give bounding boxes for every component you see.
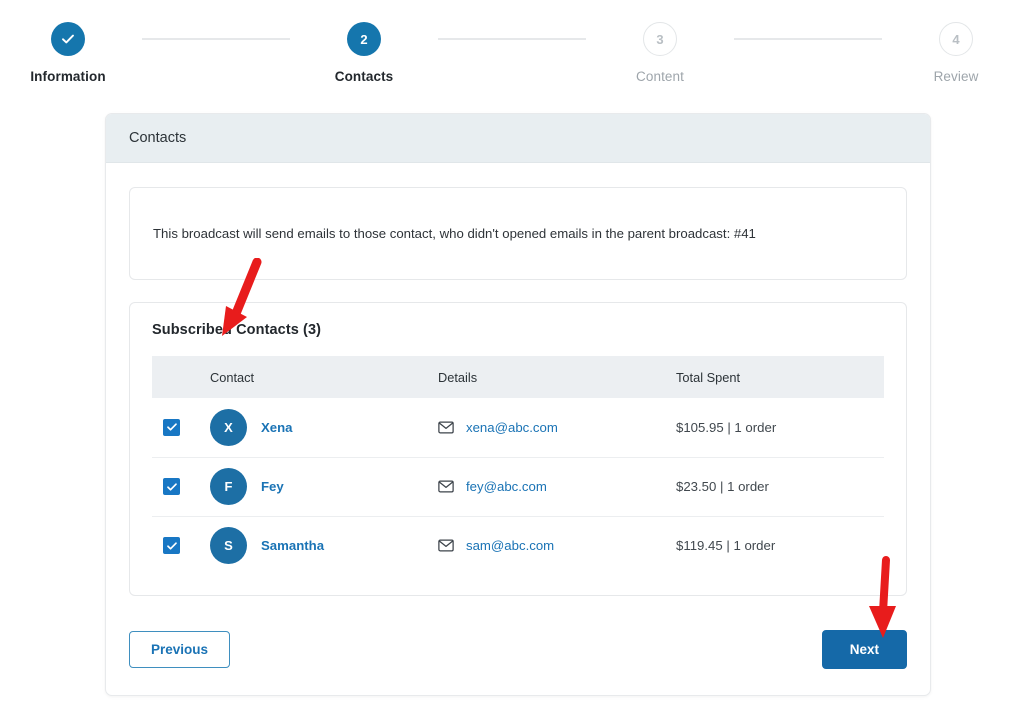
step-3-label: Content xyxy=(636,69,684,84)
step-contacts[interactable]: 2 Contacts xyxy=(290,22,438,84)
avatar: F xyxy=(210,468,247,505)
row-2-checkbox[interactable] xyxy=(163,478,180,495)
contacts-card: Contacts This broadcast will send emails… xyxy=(105,113,931,696)
column-header-contact: Contact xyxy=(210,356,438,398)
row-1-details-cell: xena@abc.com xyxy=(438,398,676,457)
contact-name-link[interactable]: Xena xyxy=(261,420,293,435)
row-3-select-cell xyxy=(152,516,210,575)
broadcast-notice-text: This broadcast will send emails to those… xyxy=(153,225,756,241)
table-row: S Samantha sam@abc.com $119.45 | 1 order xyxy=(152,516,884,575)
contacts-table-body: X Xena xena@abc.com $105.95 | 1 order F … xyxy=(152,398,884,575)
column-header-total-spent: Total Spent xyxy=(676,356,884,398)
wizard-stepper: Information 2 Contacts 3 Content 4 Revie… xyxy=(0,22,1024,84)
row-3-details-cell: sam@abc.com xyxy=(438,516,676,575)
previous-button[interactable]: Previous xyxy=(129,631,231,668)
row-3-total-spent: $119.45 | 1 order xyxy=(676,538,776,554)
page-root: Information 2 Contacts 3 Content 4 Revie… xyxy=(0,0,1024,723)
row-2-total-spent: $23.50 | 1 order xyxy=(676,479,769,494)
contacts-table-head: Contact Details Total Spent xyxy=(152,356,884,398)
step-4-circle[interactable]: 4 xyxy=(939,22,973,56)
email-link[interactable]: sam@abc.com xyxy=(466,538,554,553)
step-2-circle[interactable]: 2 xyxy=(347,22,381,56)
row-1-checkbox[interactable] xyxy=(163,418,180,436)
table-row: F Fey fey@abc.com $23.50 | 1 order xyxy=(152,457,884,516)
column-header-details: Details xyxy=(438,356,676,398)
step-connector-1 xyxy=(142,38,290,40)
step-1-label: Information xyxy=(30,69,106,84)
broadcast-notice: This broadcast will send emails to those… xyxy=(129,187,907,280)
contact-name-link[interactable]: Fey xyxy=(261,479,284,494)
checkmark-icon xyxy=(166,423,177,431)
card-header: Contacts xyxy=(106,114,930,163)
check-icon xyxy=(62,34,74,44)
row-3-checkbox[interactable] xyxy=(163,537,180,555)
panel-title: Subscribed Contacts (3) xyxy=(152,322,322,338)
step-connector-2 xyxy=(438,38,586,40)
column-header-select xyxy=(152,356,210,398)
step-3-circle[interactable]: 3 xyxy=(643,22,677,56)
step-2-label: Contacts xyxy=(334,69,394,84)
step-1-circle[interactable] xyxy=(51,22,85,56)
email-link[interactable]: xena@abc.com xyxy=(466,420,558,435)
checkmark-icon xyxy=(166,542,177,550)
envelope-icon xyxy=(438,421,454,434)
row-2-details-cell: fey@abc.com xyxy=(438,457,676,516)
row-1-select-cell xyxy=(152,398,210,457)
row-2-contact-cell: F Fey xyxy=(210,457,438,516)
table-header-row: Contact Details Total Spent xyxy=(152,356,884,398)
envelope-icon xyxy=(438,480,454,493)
contact-name-link[interactable]: Samantha xyxy=(261,538,324,553)
row-1-total-spent: $105.95 | 1 order xyxy=(676,419,777,435)
contacts-table: Contact Details Total Spent X Xena xena@… xyxy=(152,356,884,575)
card-body: This broadcast will send emails to those… xyxy=(106,163,930,596)
email-link[interactable]: fey@abc.com xyxy=(466,479,547,494)
row-3-contact-cell: S Samantha xyxy=(210,516,438,575)
step-information[interactable]: Information xyxy=(0,22,142,84)
step-content[interactable]: 3 Content xyxy=(586,22,734,84)
step-review[interactable]: 4 Review xyxy=(882,22,1024,84)
subscribed-contacts-panel: Subscribed Contacts (3) Contact Details … xyxy=(129,302,907,596)
row-1-contact-cell: X Xena xyxy=(210,398,438,457)
card-footer: Previous Next xyxy=(129,630,907,669)
row-2-select-cell xyxy=(152,457,210,516)
envelope-icon xyxy=(438,539,454,552)
step-connector-3 xyxy=(734,38,882,40)
avatar: S xyxy=(210,527,247,565)
table-row: X Xena xena@abc.com $105.95 | 1 order xyxy=(152,398,884,457)
avatar: X xyxy=(210,408,247,446)
checkmark-icon xyxy=(166,482,177,491)
card-title: Contacts xyxy=(129,130,187,146)
step-4-label: Review xyxy=(933,69,979,84)
next-button[interactable]: Next xyxy=(821,630,907,669)
